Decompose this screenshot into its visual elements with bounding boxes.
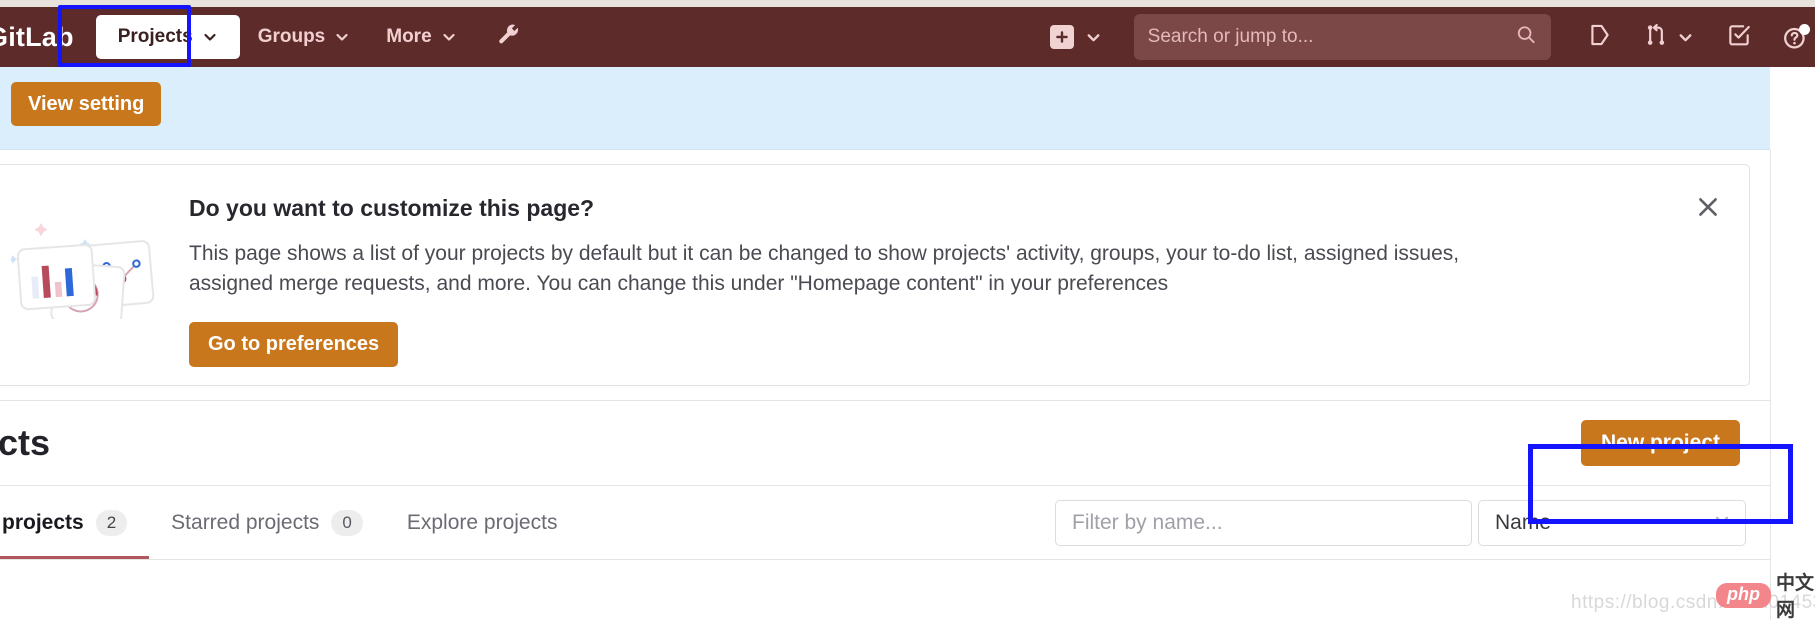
nav-item-projects-label: Projects	[117, 26, 193, 47]
chevron-down-icon	[1677, 29, 1694, 46]
wrench-icon	[497, 22, 523, 53]
nav-item-more[interactable]: More	[368, 7, 474, 67]
tabs-bottom-divider	[0, 559, 1770, 560]
customize-card-description: This page shows a list of your projects …	[189, 242, 1460, 296]
close-icon[interactable]	[1693, 192, 1723, 222]
chevron-down-icon	[202, 29, 218, 45]
projects-header-row: jects New project	[0, 400, 1770, 485]
page-right-gutter-top	[1770, 67, 1815, 150]
nav-item-projects[interactable]: Projects	[95, 15, 240, 59]
tab-starred-projects-count: 0	[331, 510, 363, 536]
customize-card-title: Do you want to customize this page?	[189, 195, 595, 221]
search-icon	[1515, 24, 1537, 51]
tab-explore-projects-label: Explore projects	[406, 511, 558, 534]
watermark-php-logo: php 中文网	[1716, 568, 1815, 620]
navbar-right-group: Search or jump to...	[1049, 14, 1815, 60]
charts-cards-illustration	[8, 199, 171, 326]
filter-by-name-placeholder: Filter by name...	[1072, 511, 1223, 534]
watermark-cn-label: 中文网	[1776, 573, 1815, 620]
new-project-button[interactable]: New project	[1580, 420, 1740, 466]
tab-starred-projects[interactable]: Starred projects 0	[149, 486, 385, 560]
nav-item-groups[interactable]: Groups	[240, 7, 369, 67]
nav-item-groups-label: Groups	[257, 26, 326, 47]
plus-square-icon	[1049, 25, 1074, 49]
projects-tabs-row: projects 2 Starred projects 0 Explore pr…	[0, 485, 1770, 560]
merge-requests-button[interactable]	[1643, 22, 1694, 53]
top-navbar: GitLab Projects Groups More	[0, 7, 1815, 67]
issues-icon	[1587, 22, 1613, 53]
tab-starred-projects-label: Starred projects	[171, 511, 320, 534]
tab-your-projects-label: projects	[2, 511, 84, 534]
help-circle-icon	[1782, 23, 1810, 51]
help-button[interactable]	[1782, 23, 1815, 51]
page-title: jects	[0, 422, 51, 463]
chevron-down-icon	[1085, 29, 1102, 46]
search-input[interactable]: Search or jump to...	[1133, 14, 1551, 60]
chevron-down-icon	[334, 29, 350, 45]
customize-card-body: Do you want to customize this page? This…	[189, 195, 1679, 367]
window-top-strip	[0, 0, 1815, 7]
chevron-down-icon	[441, 29, 457, 45]
watermark-php-pill: php	[1716, 582, 1771, 608]
customize-page-card: Do you want to customize this page? This…	[0, 164, 1750, 386]
nav-item-more-label: More	[386, 26, 432, 47]
todo-checkbox-icon	[1726, 22, 1752, 53]
merge-request-icon	[1643, 22, 1669, 53]
issues-button[interactable]	[1587, 22, 1613, 53]
tab-your-projects-count: 2	[95, 510, 128, 536]
new-item-button[interactable]	[1049, 25, 1102, 49]
search-input-placeholder: Search or jump to...	[1147, 26, 1314, 47]
go-to-preferences-button[interactable]: Go to preferences	[189, 321, 399, 367]
sort-by-select[interactable]: Name	[1478, 500, 1746, 546]
chevron-down-icon	[1713, 511, 1731, 535]
navbar-left-group: GitLab Projects Groups More	[0, 7, 523, 67]
watermark-url: https://blog.csdn.net/u014534808	[1571, 592, 1815, 613]
view-setting-banner: View setting	[0, 67, 1815, 150]
projects-filter-group: Filter by name... Name	[1055, 500, 1746, 546]
tab-your-projects[interactable]: projects 2	[0, 486, 150, 560]
view-setting-button[interactable]: View setting	[11, 82, 162, 126]
filter-by-name-input[interactable]: Filter by name...	[1055, 500, 1472, 546]
help-notification-dot	[1798, 23, 1810, 35]
todos-button[interactable]	[1726, 22, 1752, 53]
page-right-border	[1770, 150, 1771, 620]
tab-explore-projects[interactable]: Explore projects	[385, 486, 580, 560]
sort-by-value: Name	[1495, 511, 1552, 534]
admin-wrench-button[interactable]	[497, 22, 523, 53]
gitlab-brand-logo[interactable]: GitLab	[0, 22, 74, 53]
projects-tabs: projects 2 Starred projects 0 Explore pr…	[0, 486, 579, 560]
